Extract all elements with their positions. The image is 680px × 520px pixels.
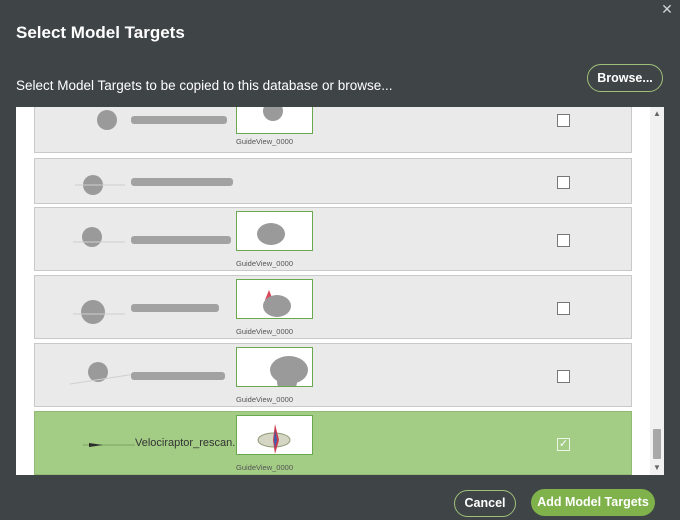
row-checkbox[interactable] bbox=[557, 114, 570, 127]
cancel-button[interactable]: Cancel bbox=[454, 490, 516, 517]
guide-view-image bbox=[236, 279, 313, 319]
guide-view-caption: GuideView_0000 bbox=[236, 259, 293, 268]
guide-view-image bbox=[236, 347, 313, 387]
guide-view-caption: GuideView_0000 bbox=[236, 137, 293, 146]
model-name: Velociraptor_rescan... bbox=[135, 437, 242, 449]
guide-view-image bbox=[236, 107, 313, 134]
list-item[interactable]: GuideView_0000 bbox=[34, 207, 632, 271]
row-checkbox-checked[interactable]: ✓ bbox=[557, 438, 570, 451]
row-checkbox[interactable] bbox=[557, 234, 570, 247]
vertical-scrollbar[interactable]: ▲ ▼ bbox=[650, 107, 664, 475]
list-item[interactable]: GuideView_0000 bbox=[34, 275, 632, 339]
row-checkbox[interactable] bbox=[557, 370, 570, 383]
row-checkbox[interactable] bbox=[557, 176, 570, 189]
scroll-down-arrow-icon[interactable]: ▼ bbox=[650, 461, 664, 475]
list-item-selected[interactable]: Velociraptor_rescan... GuideView_0000 ✓ bbox=[34, 411, 632, 475]
model-name-redacted bbox=[131, 236, 231, 244]
add-model-targets-button[interactable]: Add Model Targets bbox=[531, 489, 655, 516]
guide-view-image bbox=[236, 211, 313, 251]
dialog-subtitle: Select Model Targets to be copied to thi… bbox=[16, 78, 393, 93]
guide-view-caption: GuideView_0000 bbox=[236, 463, 293, 472]
model-name-redacted bbox=[131, 178, 233, 186]
model-target-list[interactable]: GuideView_0000 GuideView_0000 GuideView_… bbox=[16, 107, 664, 475]
guide-view-image bbox=[236, 415, 313, 455]
model-name-redacted bbox=[131, 116, 227, 124]
close-icon[interactable]: ✕ bbox=[660, 2, 674, 16]
browse-button[interactable]: Browse... bbox=[587, 64, 663, 92]
select-model-targets-dialog: ✕ Select Model Targets Select Model Targ… bbox=[0, 0, 680, 520]
guide-view-caption: GuideView_0000 bbox=[236, 327, 293, 336]
model-thumbnail bbox=[83, 443, 135, 447]
row-checkbox[interactable] bbox=[557, 302, 570, 315]
model-name-redacted bbox=[131, 372, 225, 380]
scrollbar-thumb[interactable] bbox=[653, 429, 661, 459]
dialog-title: Select Model Targets bbox=[16, 23, 185, 42]
list-item[interactable] bbox=[34, 158, 632, 204]
list-item[interactable]: GuideView_0000 bbox=[34, 107, 632, 153]
model-name-redacted bbox=[131, 304, 219, 312]
scroll-up-arrow-icon[interactable]: ▲ bbox=[650, 107, 664, 121]
list-item[interactable]: GuideView_0000 bbox=[34, 343, 632, 407]
guide-view-caption: GuideView_0000 bbox=[236, 395, 293, 404]
